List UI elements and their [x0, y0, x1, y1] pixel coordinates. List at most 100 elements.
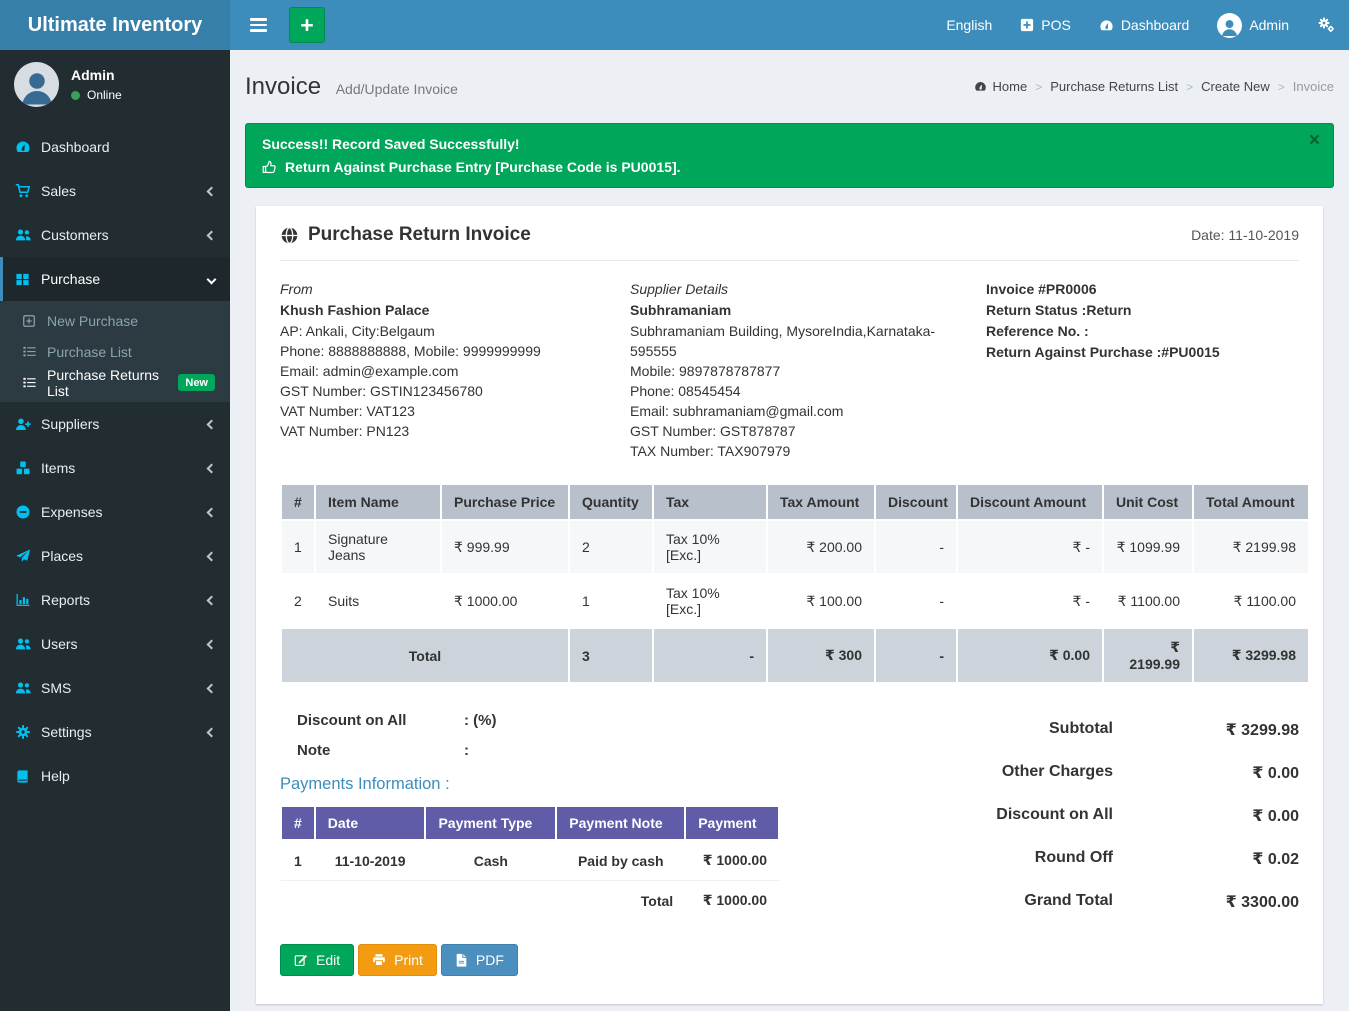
col-header-total-amount: Total Amount: [1193, 484, 1309, 520]
return-against-purchase: Return Against Purchase :#PU0015: [986, 342, 1299, 362]
summary-value: ₹ 0.02: [1113, 849, 1299, 869]
cell-tax: Tax 10%[Exc.]: [653, 574, 767, 628]
nav-settings[interactable]: [1303, 0, 1349, 50]
summary-grand-total: Grand Total ₹ 3300.00: [905, 892, 1299, 912]
print-button[interactable]: Print: [358, 944, 437, 976]
total-tax-amount: ₹ 300: [767, 628, 875, 683]
total-unit-cost: ₹ 2199.99: [1103, 628, 1193, 683]
print-icon: [372, 953, 386, 967]
brand-logo[interactable]: Ultimate Inventory: [0, 0, 230, 50]
discount-on-all-value: : (%): [464, 712, 497, 729]
sidebar-item-label: Purchase: [41, 271, 208, 287]
chevron-left-icon: [207, 186, 217, 196]
minus-circle-icon: [15, 504, 41, 520]
summary-label: Subtotal: [1049, 720, 1113, 740]
divider: [280, 260, 1299, 261]
sidebar-item-dashboard[interactable]: Dashboard: [0, 125, 230, 169]
sidebar-subitem-new-purchase[interactable]: New Purchase: [0, 305, 230, 336]
summary-value: ₹ 0.00: [1113, 763, 1299, 783]
sidebar-subitem-purchase-list[interactable]: Purchase List: [0, 336, 230, 367]
edit-button-label: Edit: [316, 952, 340, 968]
note-row: Note :: [280, 742, 780, 759]
sidebar-user-panel: Admin Online: [0, 50, 230, 117]
sidebar-item-help[interactable]: Help: [0, 754, 230, 798]
sidebar-item-expenses[interactable]: Expenses: [0, 490, 230, 534]
sidebar-item-sales[interactable]: Sales: [0, 169, 230, 213]
from-block: From Khush Fashion Palace AP: Ankali, Ci…: [280, 279, 630, 461]
chevron-left-icon: [207, 507, 217, 517]
col-header-purchase-price: Purchase Price: [441, 484, 569, 520]
supplier-line: Subhramaniam Building, MysoreIndia,Karna…: [630, 321, 951, 361]
sidebar-item-label: Users: [41, 636, 208, 652]
supplier-line: Email: subhramaniam@gmail.com: [630, 401, 951, 421]
page-subtitle: Add/Update Invoice: [336, 81, 458, 97]
success-alert: × Success!! Record Saved Successfully! R…: [245, 123, 1334, 188]
sidebar: Admin Online Dashboard Sales Customers: [0, 50, 230, 1011]
sidebar-menu: Dashboard Sales Customers Purchase: [0, 125, 230, 798]
invoice-date: Date: 11-10-2019: [1191, 227, 1299, 243]
cubes-icon: [15, 460, 41, 476]
nav-language[interactable]: English: [932, 0, 1006, 50]
sidebar-item-purchase[interactable]: Purchase: [0, 257, 230, 301]
content-header: Invoice Add/Update Invoice Home > Purcha…: [230, 50, 1349, 119]
breadcrumb-item-current: Invoice: [1293, 79, 1334, 94]
sidebar-item-label: Dashboard: [41, 139, 215, 155]
pdf-file-icon: [455, 953, 468, 967]
supplier-heading: Supplier Details: [630, 279, 951, 299]
nav-user[interactable]: Admin: [1203, 0, 1303, 50]
list-icon: [22, 344, 47, 359]
breadcrumb-item: Purchase Returns List: [1050, 79, 1178, 94]
chevron-left-icon: [207, 463, 217, 473]
invoice-title-text: Purchase Return Invoice: [308, 224, 531, 246]
sidebar-item-customers[interactable]: Customers: [0, 213, 230, 257]
edit-button[interactable]: Edit: [280, 944, 354, 976]
total-tax: -: [653, 628, 767, 683]
breadcrumb-purchase-returns-list[interactable]: Purchase Returns List: [1050, 79, 1178, 94]
cell-tax-amount: ₹ 200.00: [767, 520, 875, 574]
col-header-date: Date: [315, 806, 426, 840]
return-status: Return Status :Return: [986, 300, 1299, 320]
sidebar-item-suppliers[interactable]: Suppliers: [0, 402, 230, 446]
sidebar-item-items[interactable]: Items: [0, 446, 230, 490]
sidebar-item-reports[interactable]: Reports: [0, 578, 230, 622]
payments-total-value: ₹ 1000.00: [685, 881, 779, 921]
add-button[interactable]: +: [289, 7, 325, 43]
sidebar-item-label: Items: [41, 460, 208, 476]
summary-label: Grand Total: [1024, 892, 1113, 912]
sidebar-item-places[interactable]: Places: [0, 534, 230, 578]
page-title: Invoice Add/Update Invoice: [245, 73, 458, 101]
from-line: VAT Number: PN123: [280, 421, 610, 441]
cell-payment-type: Cash: [425, 840, 556, 881]
sidebar-subitem-purchase-returns-list[interactable]: Purchase Returns List New: [0, 367, 230, 398]
cell-discount-amount: ₹ -: [957, 574, 1103, 628]
invoice-bottom: Discount on All : (%) Note : Payments In…: [280, 712, 1299, 976]
close-icon[interactable]: ×: [1309, 131, 1320, 150]
cell-discount: -: [875, 574, 957, 628]
pdf-button[interactable]: PDF: [441, 944, 518, 976]
nav-dashboard[interactable]: Dashboard: [1085, 0, 1204, 50]
dashboard-gauge-icon: [974, 80, 987, 93]
nav-dashboard-label: Dashboard: [1121, 17, 1190, 33]
globe-icon: [280, 226, 299, 245]
from-line: AP: Ankali, City:Belgaum: [280, 321, 610, 341]
print-button-label: Print: [394, 952, 423, 968]
hamburger-icon[interactable]: [244, 9, 273, 40]
col-header-item-name: Item Name: [315, 484, 441, 520]
sidebar-item-settings[interactable]: Settings: [0, 710, 230, 754]
top-navbar: Ultimate Inventory + English POS Dashboa…: [0, 0, 1349, 50]
breadcrumb-home[interactable]: Home: [974, 79, 1028, 94]
nav-pos[interactable]: POS: [1006, 0, 1085, 50]
total-label: Total: [281, 628, 569, 683]
sidebar-item-label: Places: [41, 548, 208, 564]
note-label: Note: [297, 742, 464, 759]
note-value: :: [464, 742, 469, 759]
sidebar-item-sms[interactable]: SMS: [0, 666, 230, 710]
users-icon: [15, 680, 41, 697]
pdf-button-label: PDF: [476, 952, 504, 968]
sidebar-item-users[interactable]: Users: [0, 622, 230, 666]
sidebar-item-label: Reports: [41, 592, 208, 608]
breadcrumb-separator: >: [1035, 80, 1042, 94]
payments-heading: Payments Information :: [280, 775, 780, 794]
breadcrumb-create-new[interactable]: Create New: [1201, 79, 1270, 94]
col-header-tax: Tax: [653, 484, 767, 520]
